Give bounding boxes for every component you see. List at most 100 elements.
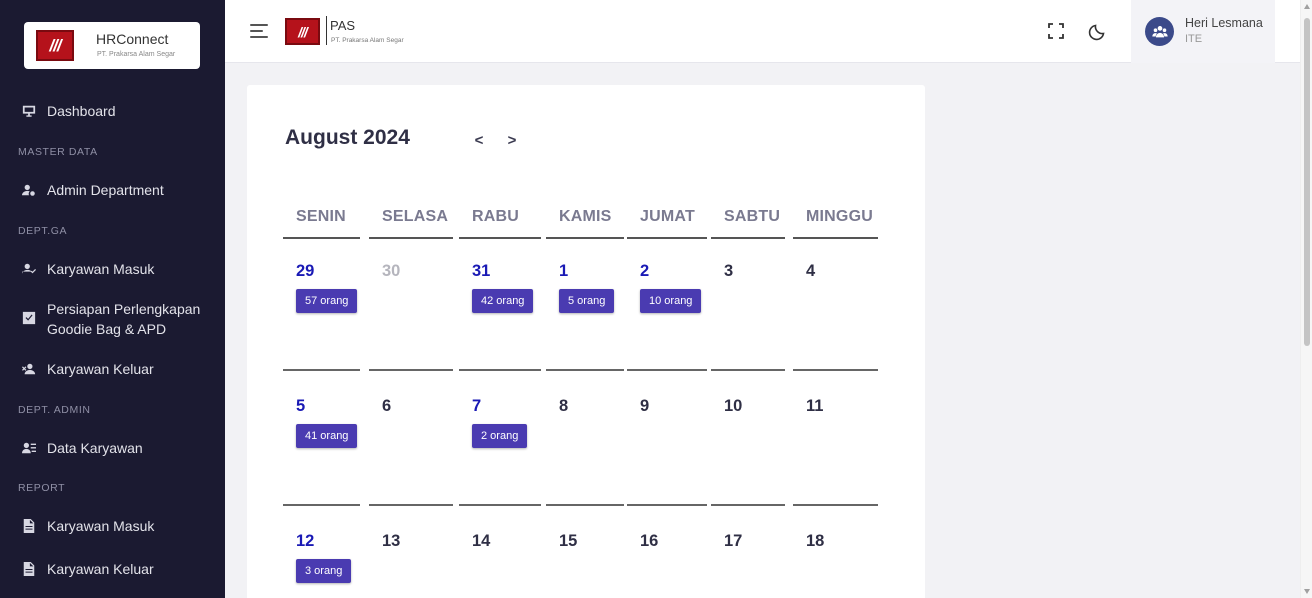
document-icon (22, 519, 36, 533)
calendar-day-number[interactable]: 29 (296, 262, 314, 281)
week-divider (369, 369, 453, 371)
brand-logo-icon: /// (285, 18, 320, 45)
sidebar-item-label: Admin Department (47, 182, 164, 198)
calendar-day-number[interactable]: 18 (806, 532, 824, 551)
week-divider (546, 369, 624, 371)
event-count-badge[interactable]: 57 orang (296, 289, 358, 313)
event-count-badge[interactable]: 41 orang (296, 424, 358, 448)
calendar-month-title: August 2024 (285, 126, 410, 149)
sidebar-item-dashboard[interactable]: Dashboard (0, 101, 225, 121)
weekday-header: SABTU (711, 197, 785, 239)
weekday-header: SELASA (369, 197, 453, 239)
calendar-day-number[interactable]: 10 (724, 397, 742, 416)
event-count-badge[interactable]: 3 orang (296, 559, 352, 583)
week-divider (459, 369, 541, 371)
week-divider (369, 504, 453, 506)
calendar-day-number[interactable]: 7 (472, 397, 481, 416)
sidebar-item-label: Karyawan Keluar (47, 561, 154, 577)
checkbox-icon (22, 311, 36, 325)
prev-month-button[interactable]: < (467, 129, 491, 151)
calendar-day-number[interactable]: 31 (472, 262, 490, 281)
week-divider (711, 504, 785, 506)
sidebar-item-data-karyawan[interactable]: Data Karyawan (0, 438, 225, 458)
weekday-header: JUMAT (627, 197, 707, 239)
sidebar-item-report-karyawan-masuk[interactable]: Karyawan Masuk (0, 516, 225, 536)
page-scrollbar[interactable] (1300, 0, 1312, 598)
calendar-day-number[interactable]: 2 (640, 262, 649, 281)
weekday-header: SENIN (283, 197, 360, 239)
monitor-icon (22, 104, 36, 118)
sidebar-item-report-karyawan-keluar[interactable]: Karyawan Keluar (0, 559, 225, 579)
sidebar-item-karyawan-keluar[interactable]: Karyawan Keluar (0, 359, 225, 379)
calendar-day-number[interactable]: 14 (472, 532, 490, 551)
sidebar-item-label: Karyawan Keluar (47, 361, 154, 377)
week-divider (283, 504, 360, 506)
sidebar-item-label: Karyawan Masuk (47, 518, 155, 534)
calendar-day-number[interactable]: 13 (382, 532, 400, 551)
scroll-up-icon[interactable] (1304, 4, 1310, 9)
fullscreen-icon[interactable] (1046, 21, 1066, 41)
week-divider (627, 369, 707, 371)
section-label-dept-admin: DEPT. ADMIN (18, 404, 91, 416)
calendar-day-number[interactable]: 16 (640, 532, 658, 551)
brand-title: PAS (330, 18, 356, 33)
sidebar-item-admin-department[interactable]: Admin Department (0, 180, 225, 200)
calendar-day-number[interactable]: 6 (382, 397, 391, 416)
sidebar-item-karyawan-masuk[interactable]: Karyawan Masuk (0, 259, 225, 279)
avatar (1145, 17, 1174, 46)
week-divider (459, 504, 541, 506)
sidebar: /// HRConnect PT. Prakarsa Alam Segar Da… (0, 0, 225, 598)
sidebar-item-label: Persiapan Perlengkapan Goodie Bag & APD (47, 301, 201, 337)
section-label-report: REPORT (18, 482, 66, 494)
sidebar-item-persiapan-perlengkapan[interactable]: Persiapan Perlengkapan Goodie Bag & APD (0, 299, 225, 339)
calendar-day-number[interactable]: 15 (559, 532, 577, 551)
section-label-master-data: MASTER DATA (18, 146, 98, 158)
event-count-badge[interactable]: 5 orang (559, 289, 615, 313)
week-divider (793, 504, 878, 506)
document-icon (22, 562, 36, 576)
section-label-dept-ga: DEPT.GA (18, 225, 68, 237)
next-month-button[interactable]: > (500, 129, 524, 151)
brand-divider (326, 16, 327, 45)
week-divider (627, 504, 707, 506)
week-divider (711, 369, 785, 371)
scroll-down-icon[interactable] (1304, 589, 1310, 594)
calendar-day-number[interactable]: 3 (724, 262, 733, 281)
event-count-badge[interactable]: 2 orang (472, 424, 528, 448)
calendar-card: August 2024 < > SENIN SELASA RABU KAMIS JUMA… (247, 85, 925, 598)
calendar-day-number[interactable]: 8 (559, 397, 568, 416)
dark-mode-moon-icon[interactable] (1088, 21, 1108, 41)
calendar-day-number[interactable]: 30 (382, 262, 400, 281)
users-icon (1151, 25, 1168, 37)
calendar-day-number[interactable]: 11 (806, 397, 823, 416)
user-gear-icon (22, 183, 36, 197)
sidebar-item-label: Data Karyawan (47, 440, 143, 456)
calendar-day-number[interactable]: 4 (806, 262, 815, 281)
event-count-badge[interactable]: 42 orang (472, 289, 534, 313)
sidebar-logo[interactable]: /// HRConnect PT. Prakarsa Alam Segar (24, 22, 200, 69)
week-divider (283, 369, 360, 371)
sidebar-item-label: Dashboard (47, 103, 116, 119)
user-role: ITE (1185, 33, 1203, 45)
user-menu[interactable]: Heri Lesmana ITE (1131, 0, 1275, 63)
scroll-thumb[interactable] (1304, 18, 1310, 346)
calendar-day-number[interactable]: 17 (724, 532, 742, 551)
calendar-day-number[interactable]: 9 (640, 397, 649, 416)
week-divider (546, 504, 624, 506)
brand-subtitle: PT. Prakarsa Alam Segar (331, 37, 404, 44)
user-remove-icon (22, 362, 36, 376)
calendar-day-number[interactable]: 1 (559, 262, 568, 281)
user-name: Heri Lesmana (1185, 16, 1263, 30)
weekday-header: RABU (459, 197, 541, 239)
app-name: HRConnect (96, 31, 169, 47)
menu-toggle-icon[interactable] (250, 23, 270, 39)
company-name: PT. Prakarsa Alam Segar (97, 51, 176, 58)
event-count-badge[interactable]: 10 orang (640, 289, 702, 313)
user-list-icon (22, 441, 36, 455)
user-check-icon (22, 262, 36, 276)
calendar-day-number[interactable]: 12 (296, 532, 314, 551)
week-divider (793, 369, 878, 371)
weekday-header: KAMIS (546, 197, 624, 239)
calendar-day-number[interactable]: 5 (296, 397, 305, 416)
company-logo-icon: /// (36, 30, 74, 61)
